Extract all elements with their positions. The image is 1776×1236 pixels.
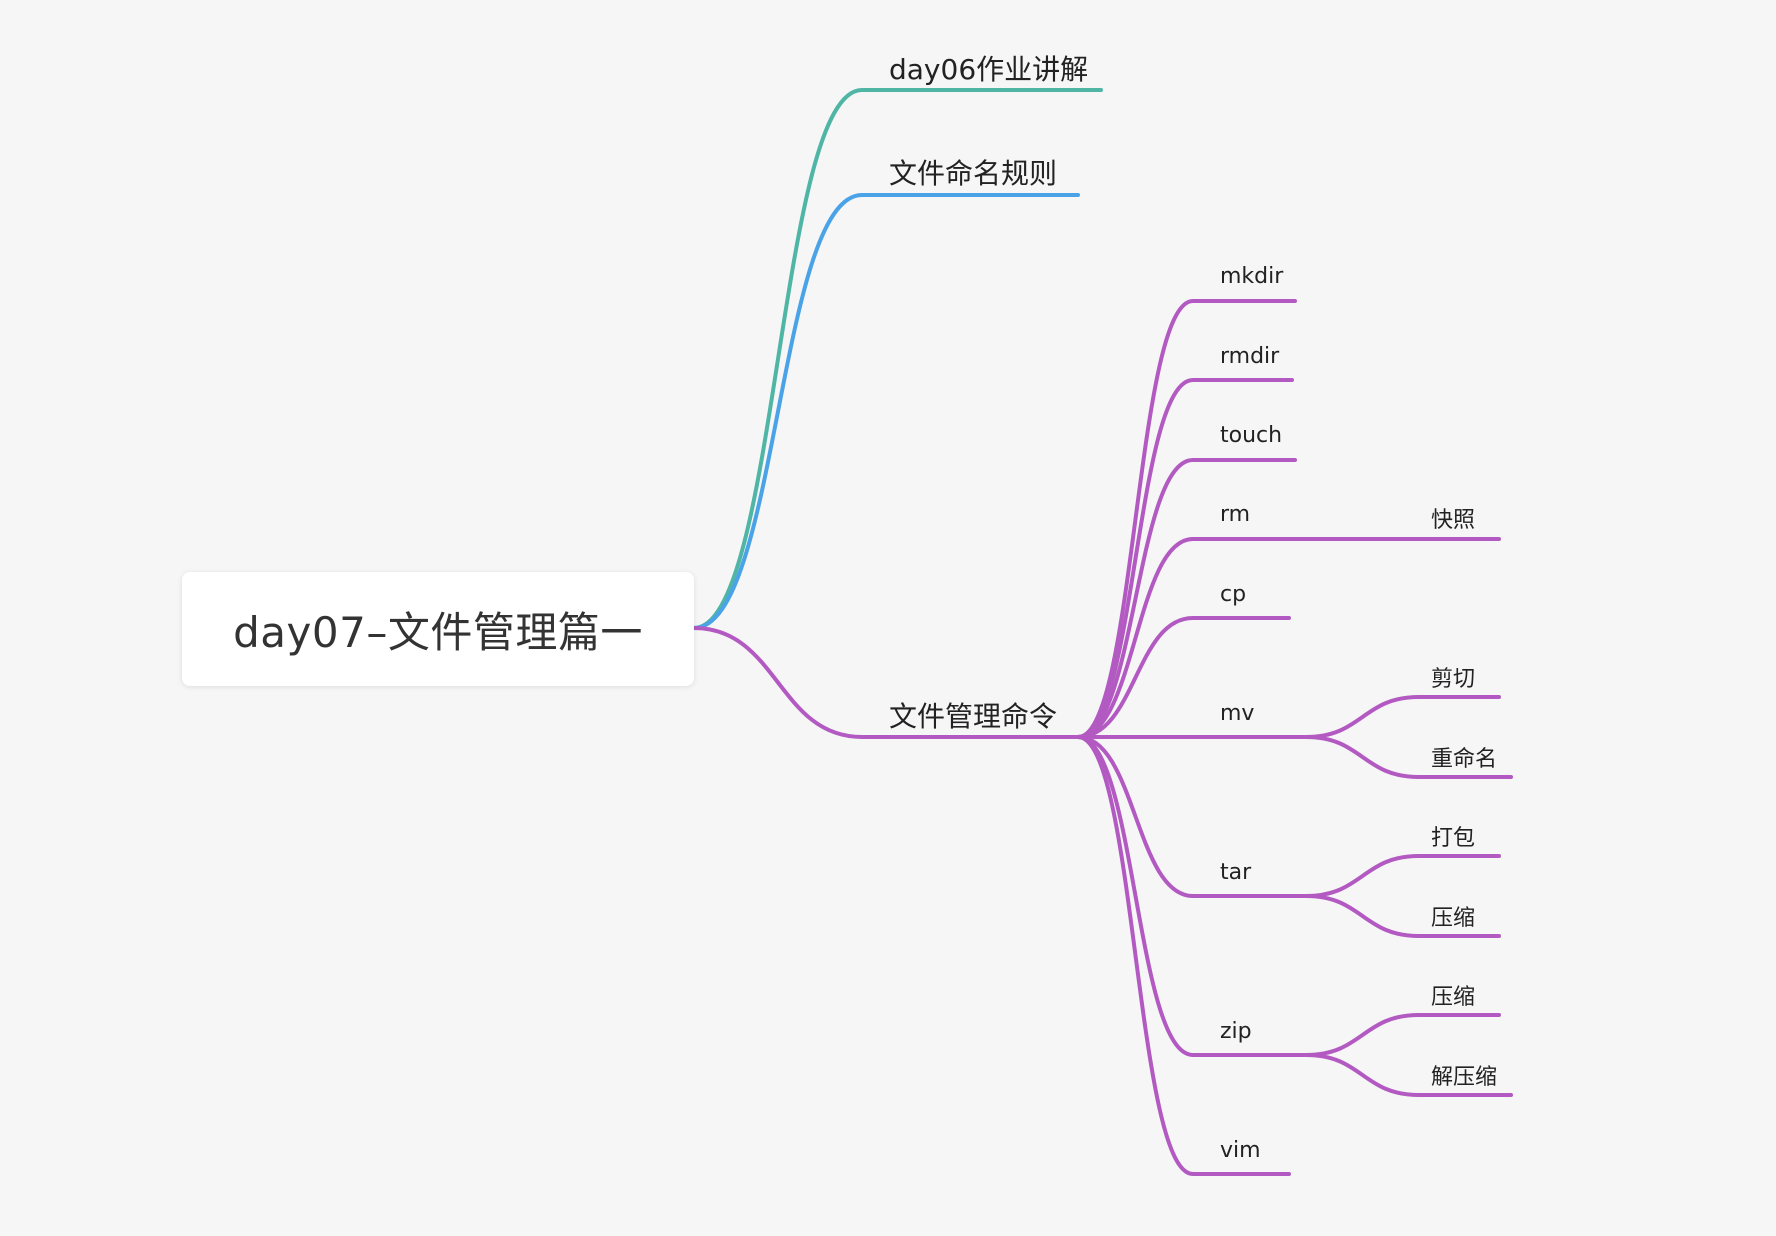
tar-compress[interactable]: 压缩 bbox=[1431, 900, 1475, 932]
cmd-mv[interactable]: mv bbox=[1220, 701, 1254, 726]
connector-tar-pack bbox=[1304, 854, 1501, 898]
cmd-tar[interactable]: tar bbox=[1220, 860, 1251, 885]
zip-compress[interactable]: 压缩 bbox=[1431, 979, 1475, 1011]
cmd-rmdir[interactable]: rmdir bbox=[1220, 344, 1279, 369]
cmd-cp[interactable]: cp bbox=[1220, 582, 1246, 607]
branch-file-management-commands[interactable]: 文件管理命令 bbox=[889, 695, 1057, 735]
connector-file-naming-rules bbox=[692, 193, 1080, 630]
rm-snapshot[interactable]: 快照 bbox=[1431, 502, 1475, 534]
root-node[interactable]: day07–文件管理篇一 bbox=[182, 572, 694, 686]
branch-homework-review[interactable]: day06作业讲解 bbox=[889, 48, 1088, 88]
cmd-zip[interactable]: zip bbox=[1220, 1019, 1252, 1044]
mv-cut[interactable]: 剪切 bbox=[1431, 661, 1475, 693]
connector-zip-compress bbox=[1304, 1013, 1501, 1057]
connector-mv-cut bbox=[1304, 695, 1501, 739]
mv-rename[interactable]: 重命名 bbox=[1431, 741, 1497, 773]
root-node-label: day07–文件管理篇一 bbox=[233, 607, 643, 657]
cmd-touch[interactable]: touch bbox=[1220, 423, 1282, 448]
tar-pack[interactable]: 打包 bbox=[1431, 820, 1475, 852]
connector-cmd-vim bbox=[1076, 735, 1291, 1176]
cmd-rm[interactable]: rm bbox=[1220, 502, 1250, 527]
connector-cmd-tar bbox=[1076, 735, 1308, 898]
branch-file-naming-rules[interactable]: 文件命名规则 bbox=[889, 152, 1057, 192]
connector-cmd-touch bbox=[1076, 458, 1297, 739]
zip-decompress[interactable]: 解压缩 bbox=[1431, 1059, 1497, 1091]
cmd-vim[interactable]: vim bbox=[1220, 1138, 1261, 1163]
cmd-mkdir[interactable]: mkdir bbox=[1220, 264, 1283, 289]
